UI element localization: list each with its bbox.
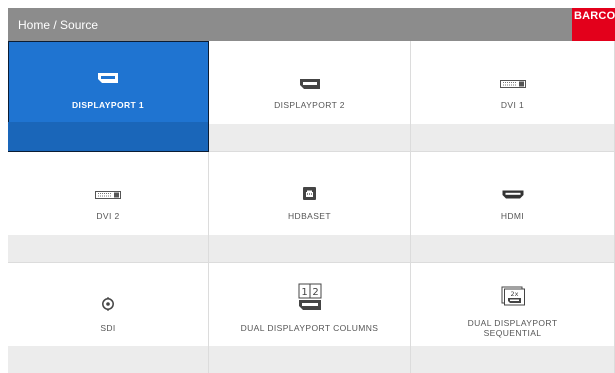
barco-logo: BARCO <box>572 8 615 41</box>
breadcrumb[interactable]: Home / Source <box>8 18 98 32</box>
svg-text:1: 1 <box>301 287 307 298</box>
tile-footer <box>411 235 614 262</box>
source-label: DVI 1 <box>500 100 525 110</box>
source-tile-dual-displayport-sequential[interactable]: 2x DUAL DISPLAYPORT SEQUENTIAL <box>411 263 615 373</box>
source-label: DUAL DISPLAYPORT SEQUENTIAL <box>467 318 558 338</box>
source-label: HDMI <box>500 211 525 221</box>
dual-displayport-sequential-icon: 2x <box>411 286 614 306</box>
header-bar: Home / Source BARCO <box>8 8 615 41</box>
tile-footer <box>411 124 614 151</box>
source-tile-dvi-2[interactable]: DVI 2 <box>8 152 209 263</box>
source-tile-displayport-1[interactable]: DISPLAYPORT 1 <box>8 41 209 152</box>
source-tile-dvi-1[interactable]: DVI 1 <box>411 41 615 152</box>
dvi-icon <box>8 191 208 199</box>
tile-footer <box>209 235 410 262</box>
svg-text:2: 2 <box>312 287 318 298</box>
source-label: DUAL DISPLAYPORT COLUMNS <box>240 323 379 333</box>
sdi-icon <box>8 297 208 311</box>
source-tile-hdmi[interactable]: HDMI <box>411 152 615 263</box>
source-tile-hdbaset[interactable]: HDBASET <box>209 152 411 263</box>
tile-footer <box>209 346 410 373</box>
tile-footer <box>8 122 208 151</box>
source-tile-displayport-2[interactable]: DISPLAYPORT 2 <box>209 41 411 152</box>
source-label: SDI <box>100 323 116 333</box>
source-label: DVI 2 <box>96 211 120 221</box>
hdbaset-icon <box>209 187 410 200</box>
source-tile-dual-displayport-columns[interactable]: 1 2 DUAL DISPLAYPORT COLUMNS <box>209 263 411 373</box>
source-label: DISPLAYPORT 2 <box>274 100 345 110</box>
dvi-icon <box>411 80 614 88</box>
displayport-icon <box>209 78 410 90</box>
source-grid: DISPLAYPORT 1 DISPLAYPORT 2 DVI 1 DVI 2 … <box>8 41 615 373</box>
hdmi-icon <box>411 190 614 199</box>
svg-text:2x: 2x <box>510 290 518 298</box>
source-tile-sdi[interactable]: SDI <box>8 263 209 373</box>
source-label: HDBASET <box>288 211 331 221</box>
logo-text: BARCO <box>574 10 615 22</box>
tile-footer <box>411 346 614 373</box>
source-label: DISPLAYPORT 1 <box>72 100 144 110</box>
tile-footer <box>8 346 208 373</box>
displayport-icon <box>8 72 208 84</box>
tile-footer <box>209 124 410 151</box>
tile-footer <box>8 235 208 262</box>
dual-displayport-columns-icon: 1 2 <box>209 283 410 311</box>
